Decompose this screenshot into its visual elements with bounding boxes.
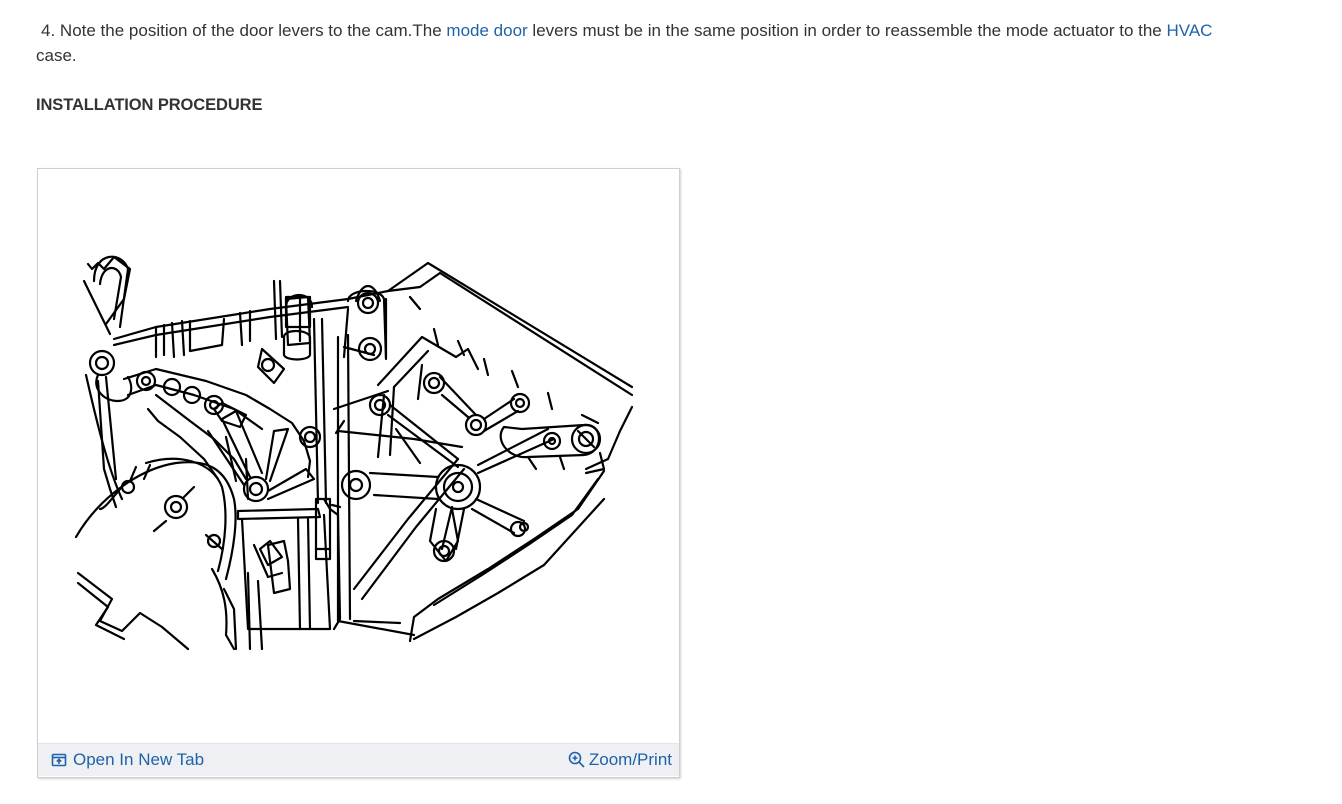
step-text-part-3: case. [36, 46, 77, 65]
step-text-part-2: levers must be in the same position in o… [527, 21, 1167, 40]
open-in-new-tab-button[interactable]: Open In New Tab [51, 748, 204, 772]
zoom-print-label: Zoom/Print [588, 750, 672, 769]
zoom-print-button[interactable]: Zoom/Print [568, 748, 672, 772]
mode-actuator-diagram [38, 169, 679, 741]
article-content: 4. Note the position of the door levers … [36, 18, 1236, 118]
zoom-in-icon [568, 751, 586, 769]
open-in-new-tab-icon [51, 752, 67, 768]
installation-procedure-heading: INSTALLATION PROCEDURE [36, 96, 263, 114]
figure-toolbar: Open In New Tab Zoom/Print [38, 743, 679, 776]
step-text-part-1: Note the position of the door levers to … [59, 21, 447, 40]
open-in-new-tab-label: Open In New Tab [73, 750, 205, 769]
hvac-link[interactable]: HVAC [1166, 21, 1212, 40]
step-number: 4. [41, 21, 56, 40]
step-4: 4. Note the position of the door levers … [36, 18, 1236, 68]
mode-door-link[interactable]: mode door [446, 21, 527, 40]
figure-container: Open In New Tab Zoom/Print [37, 168, 680, 778]
